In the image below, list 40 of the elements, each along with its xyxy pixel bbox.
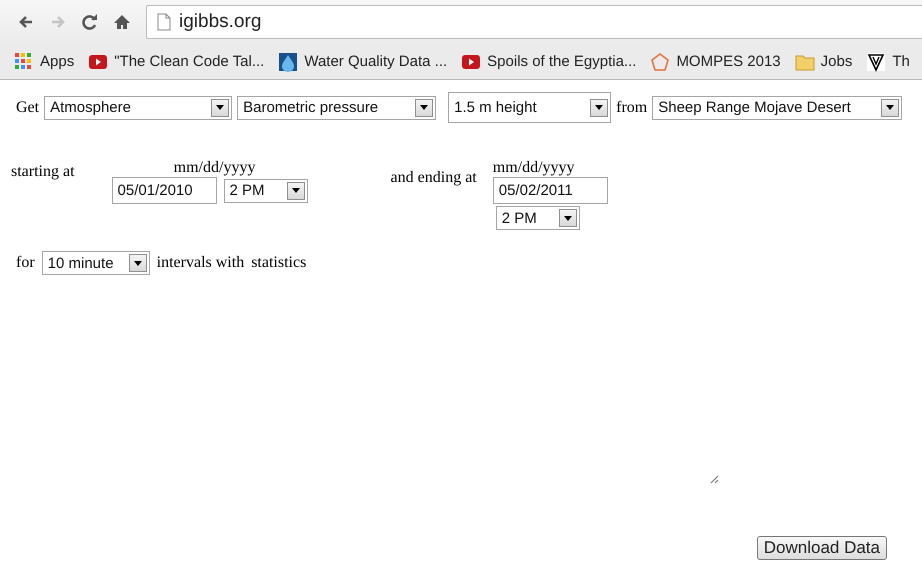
- caret-icon: [286, 182, 305, 200]
- date-format-hint: mm/dd/yyyy: [492, 159, 576, 177]
- date-field[interactable]: 05/02/2011: [492, 177, 608, 204]
- from-label: from: [616, 98, 648, 116]
- caret-icon: [128, 254, 147, 272]
- dropdown[interactable]: Atmosphere: [44, 96, 232, 120]
- statistics-label: statistics: [251, 254, 306, 272]
- bookmark[interactable]: Water Quality Data ...: [278, 52, 448, 72]
- dropdown[interactable]: 10 minute: [42, 251, 150, 275]
- water-drop-icon: [278, 52, 298, 72]
- bookmark[interactable]: Jobs: [794, 52, 852, 72]
- dropdown[interactable]: 2 PM: [496, 206, 580, 230]
- dropdown[interactable]: Sheep Range Mojave Desert: [652, 96, 902, 120]
- page-icon: [157, 13, 171, 31]
- caret-icon: [590, 98, 608, 116]
- dropdown[interactable]: Barometric pressure: [237, 96, 436, 120]
- bookmark[interactable]: "The Clean Code Tal...: [88, 52, 264, 72]
- pentagon-icon: [650, 52, 670, 72]
- range-label: starting at: [11, 163, 75, 182]
- bookmark[interactable]: Spoils of the Egyptia...: [461, 52, 636, 72]
- intervals-label: intervals with: [156, 254, 244, 272]
- shield-icon: [866, 52, 886, 72]
- date-format-hint: mm/dd/yyyy: [174, 159, 256, 177]
- resize-grip-icon[interactable]: [710, 475, 719, 484]
- caret-icon: [881, 98, 900, 116]
- bookmark[interactable]: Th: [866, 52, 910, 72]
- get-label: Get: [16, 98, 40, 116]
- dropdown[interactable]: 2 PM: [224, 178, 308, 202]
- download-button[interactable]: Download Data: [756, 536, 887, 560]
- bookmark[interactable]: Apps: [14, 52, 74, 72]
- caret-icon: [558, 209, 577, 227]
- address-bar[interactable]: igibbs.org: [146, 5, 922, 39]
- for-label: for: [16, 254, 35, 272]
- bookmark[interactable]: MOMPES 2013: [650, 52, 781, 72]
- caret-icon: [211, 98, 230, 116]
- date-field[interactable]: 05/01/2010: [112, 177, 217, 204]
- range-label: and ending at: [390, 169, 477, 188]
- dropdown[interactable]: 1.5 m height: [448, 92, 612, 123]
- grid-icon: [14, 52, 34, 72]
- caret-icon: [415, 98, 434, 116]
